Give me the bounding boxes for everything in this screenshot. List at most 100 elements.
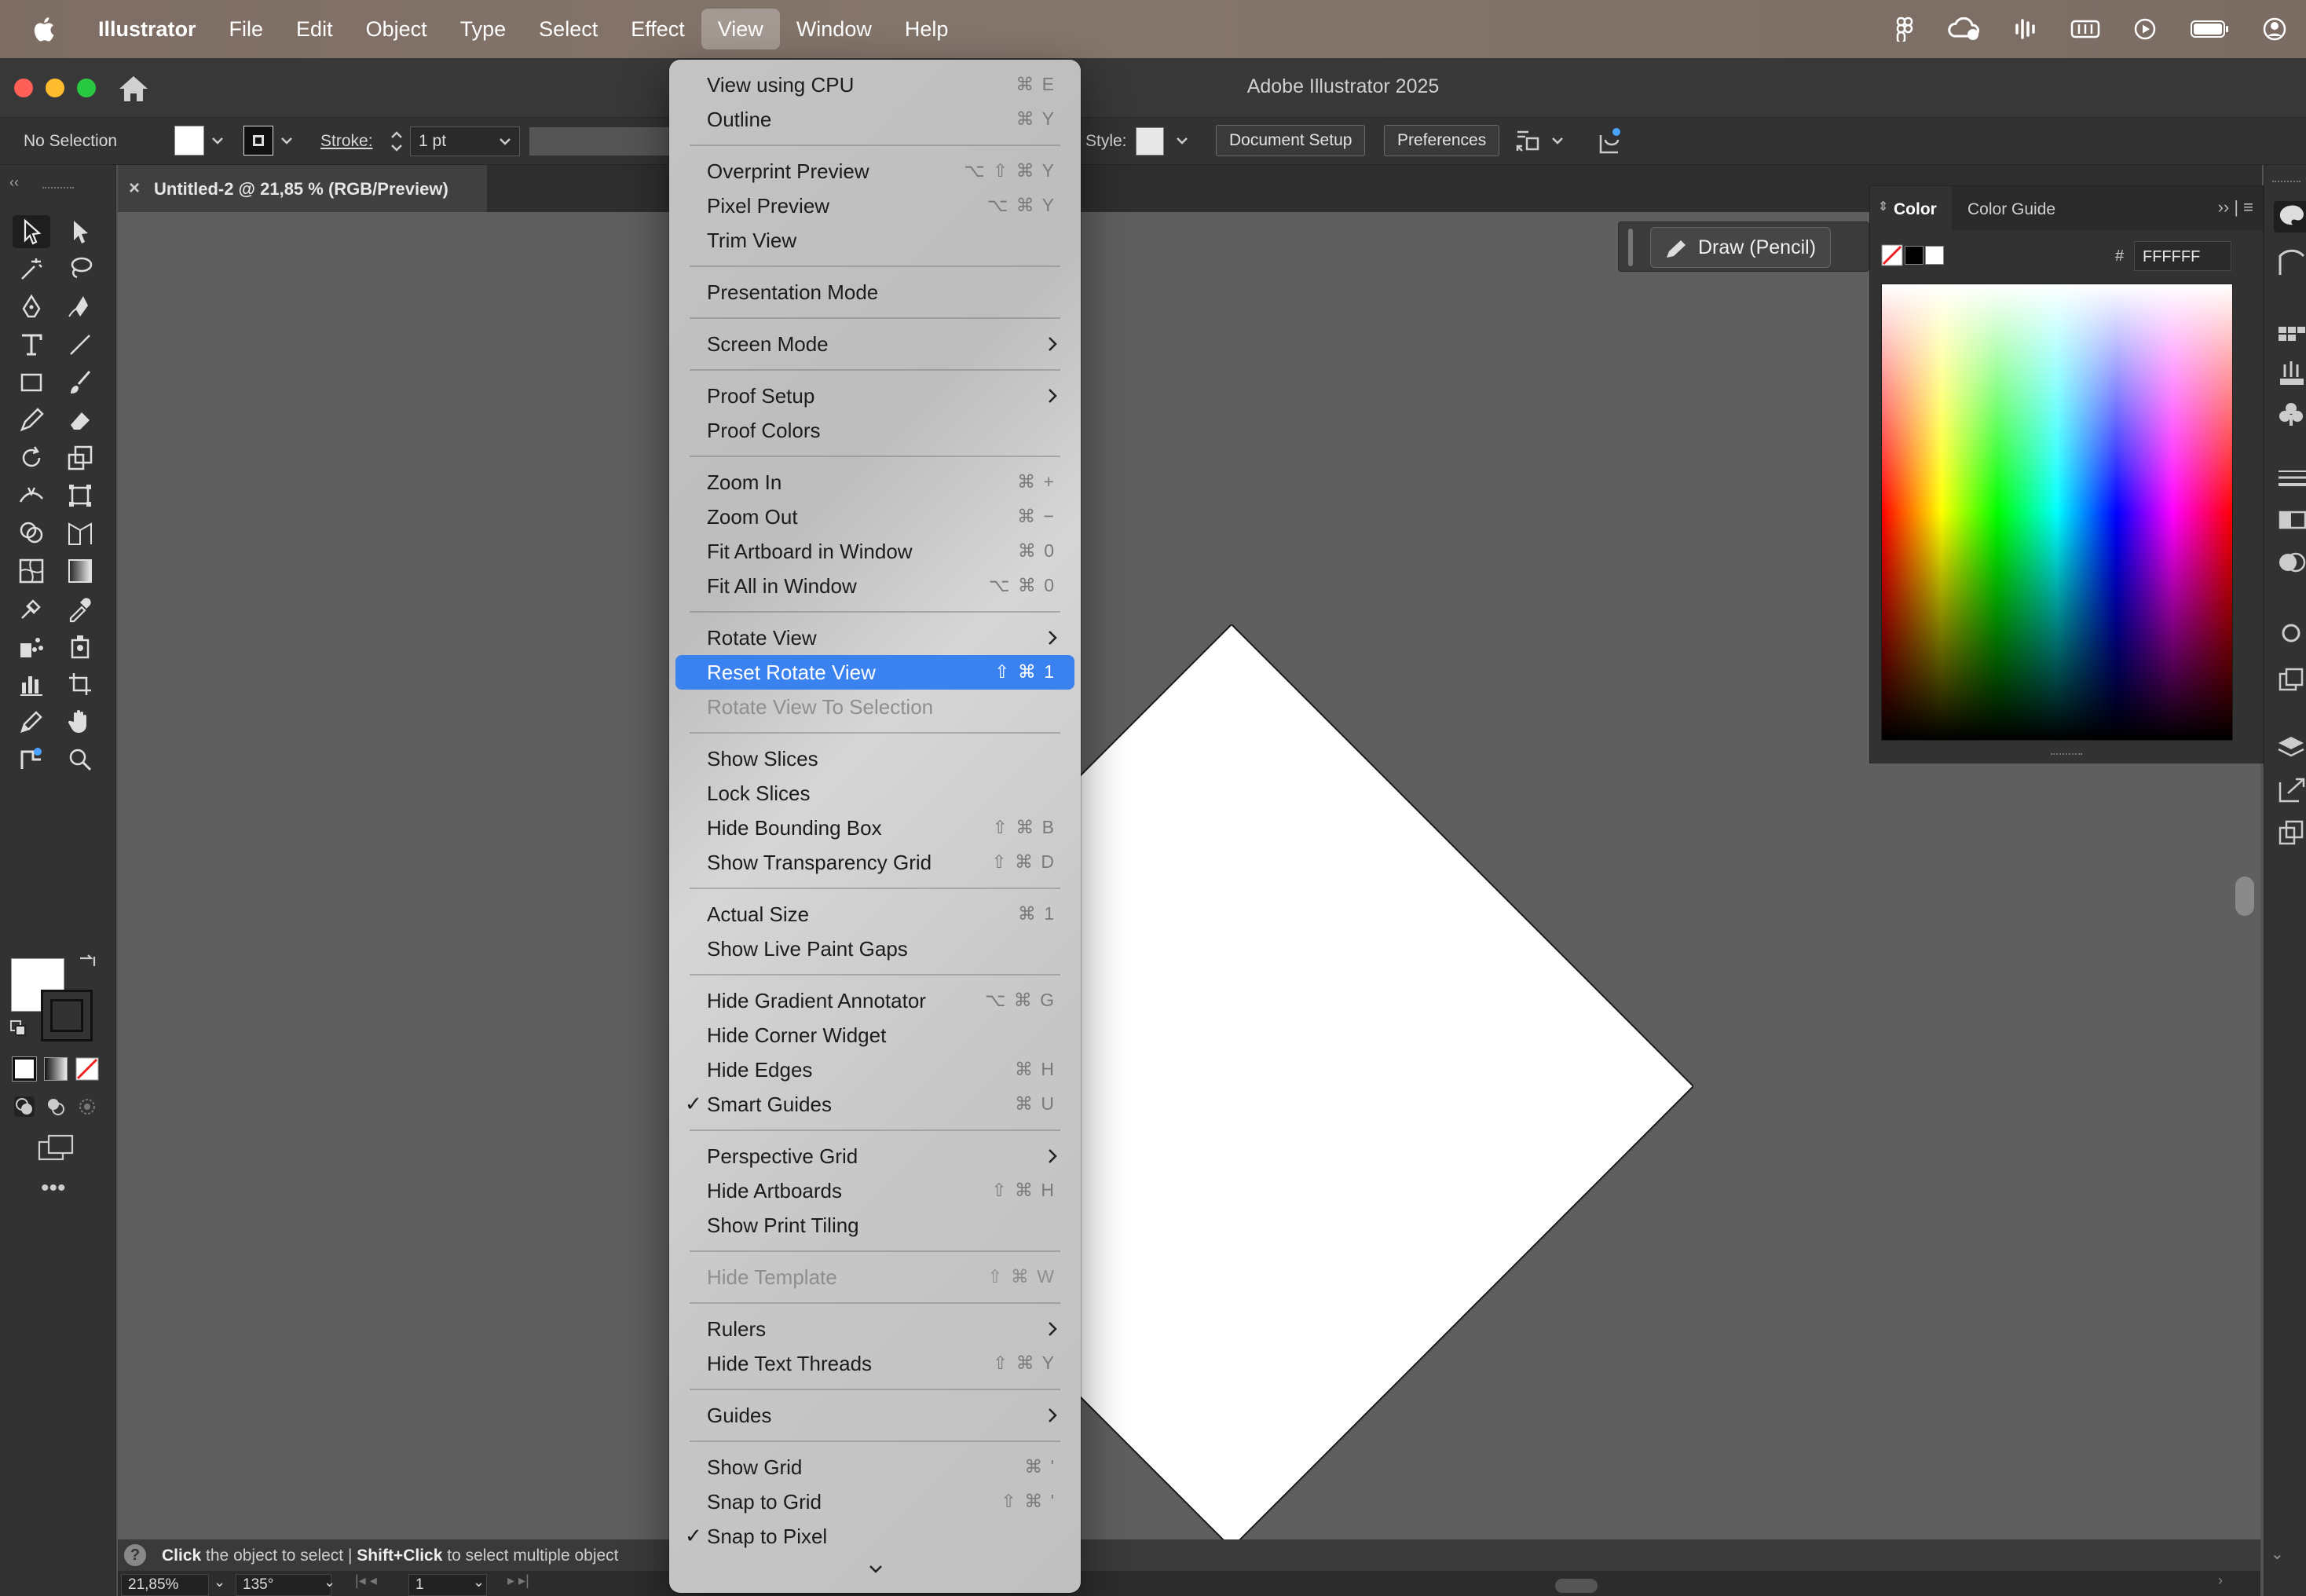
eraser-tool[interactable] <box>61 404 99 437</box>
chevron-down-icon[interactable]: ⌄ <box>214 1574 225 1591</box>
default-colors-icon[interactable] <box>8 1018 30 1040</box>
perspective-grid-tool[interactable] <box>61 517 99 550</box>
live-paint-tool[interactable] <box>61 630 99 663</box>
gradient-dock-button[interactable] <box>2274 504 2306 536</box>
rotate-tool[interactable] <box>13 441 50 474</box>
menu-item-screen-mode[interactable]: Screen Mode <box>675 327 1074 361</box>
panel-resize-handle[interactable] <box>2051 753 2082 760</box>
eyedropper-tool[interactable] <box>61 592 99 625</box>
color-spectrum[interactable] <box>1881 284 2233 741</box>
menu-item-guides[interactable]: Guides <box>675 1398 1074 1433</box>
shape-builder-tool[interactable] <box>13 517 50 550</box>
pen-tool[interactable] <box>13 291 50 324</box>
graphic-styles-dock-button[interactable] <box>2274 664 2306 696</box>
window-zoom-button[interactable] <box>77 79 96 97</box>
symbol-sprayer-tool[interactable] <box>13 630 50 663</box>
media-play-icon[interactable] <box>2133 17 2157 41</box>
tab-color-guide[interactable]: Color Guide <box>1967 200 2055 219</box>
chevron-down-icon[interactable] <box>1172 129 1192 152</box>
menu-item-presentation-mode[interactable]: Presentation Mode <box>675 275 1074 309</box>
symbols-dock-button[interactable] <box>2274 399 2306 430</box>
memory-icon[interactable] <box>2070 18 2100 40</box>
generative-expand-icon[interactable] <box>1596 126 1627 157</box>
stroke-color-swatch[interactable] <box>41 990 93 1041</box>
document-setup-button[interactable]: Document Setup <box>1216 125 1366 156</box>
menu-item-hide-text-threads[interactable]: Hide Text Threads ⇧ ⌘ Y <box>675 1346 1074 1381</box>
arrange-icon[interactable] <box>1513 127 1544 156</box>
mesh-tool[interactable] <box>13 555 50 588</box>
menu-item-snap-to-grid[interactable]: Snap to Grid ⇧ ⌘ ' <box>675 1484 1074 1519</box>
chevron-down-icon[interactable] <box>276 129 297 152</box>
transparency-dock-button[interactable] <box>2274 547 2306 578</box>
direct-selection-tool[interactable] <box>61 215 99 248</box>
menu-item-trim-view[interactable]: Trim View <box>675 223 1074 258</box>
swatches-dock-button[interactable] <box>2274 317 2306 349</box>
fill-swatch[interactable] <box>174 126 204 156</box>
zoom-tool[interactable] <box>61 743 99 776</box>
hand-tool[interactable] <box>61 705 99 738</box>
menu-item-snap-to-pixel[interactable]: ✓ Snap to Pixel <box>675 1519 1074 1554</box>
menu-item-proof-setup[interactable]: Proof Setup <box>675 379 1074 413</box>
drag-handle[interactable] <box>1628 229 1633 266</box>
menu-item-rotate-view[interactable]: Rotate View <box>675 620 1074 655</box>
puppet-warp-tool[interactable] <box>13 743 50 776</box>
vertical-scrollbar-thumb[interactable] <box>2235 877 2254 916</box>
artboard-tool[interactable] <box>61 668 99 701</box>
chevron-down-icon[interactable] <box>1547 129 1568 152</box>
menu-window[interactable]: Window <box>780 9 888 49</box>
menu-item-zoom-in[interactable]: Zoom In ⌘ + <box>675 465 1074 500</box>
menu-item-show-slices[interactable]: Show Slices <box>675 741 1074 776</box>
paintbrush-tool[interactable] <box>61 366 99 399</box>
menu-help[interactable]: Help <box>888 9 965 49</box>
graphic-style-swatch[interactable] <box>1136 127 1164 156</box>
links-dock-button[interactable] <box>2274 817 2306 848</box>
menu-item-zoom-out[interactable]: Zoom Out ⌘ − <box>675 500 1074 534</box>
menu-item-pixel-preview[interactable]: Pixel Preview ⌥ ⌘ Y <box>675 189 1074 223</box>
line-segment-tool[interactable] <box>61 328 99 361</box>
menu-item-show-live-paint-gaps[interactable]: Show Live Paint Gaps <box>675 932 1074 966</box>
menu-item-show-print-tiling[interactable]: Show Print Tiling <box>675 1208 1074 1243</box>
chevron-down-icon[interactable]: ⌄ <box>473 1574 485 1591</box>
menu-file[interactable]: File <box>213 9 280 49</box>
panel-grip[interactable] <box>2272 181 2301 182</box>
draw-pencil-button[interactable]: Draw (Pencil) <box>1650 227 1832 268</box>
variable-width-profile[interactable] <box>529 127 671 156</box>
type-tool[interactable] <box>13 328 50 361</box>
rotation-field[interactable]: 135° <box>236 1574 331 1596</box>
zoom-level-field[interactable]: 21,85% <box>121 1574 209 1596</box>
menu-item-hide-corner-widget[interactable]: Hide Corner Widget <box>675 1018 1074 1052</box>
menu-type[interactable]: Type <box>444 9 523 49</box>
menu-item-hide-gradient-annotator[interactable]: Hide Gradient Annotator ⌥ ⌘ G <box>675 983 1074 1018</box>
rectangle-tool[interactable] <box>13 366 50 399</box>
menu-select[interactable]: Select <box>522 9 614 49</box>
chevron-down-icon[interactable]: ⌄ <box>2271 1544 2284 1564</box>
gradient-mode-button[interactable] <box>44 1057 68 1081</box>
menu-view[interactable]: View <box>701 9 780 49</box>
brushes-dock-button[interactable] <box>2274 358 2306 390</box>
panel-menu-icon[interactable]: ›› | ≡ <box>2218 197 2253 218</box>
menu-item-show-grid[interactable]: Show Grid ⌘ ' <box>675 1450 1074 1484</box>
close-icon[interactable]: × <box>129 178 148 199</box>
menu-item-show-transparency-grid[interactable]: Show Transparency Grid ⇧ ⌘ D <box>675 845 1074 880</box>
hex-input[interactable]: FFFFFF <box>2134 241 2231 271</box>
none-mode-icon[interactable] <box>75 1057 99 1081</box>
draw-inside-icon[interactable] <box>75 1095 99 1118</box>
home-icon[interactable] <box>116 74 151 104</box>
artboards-dock-button[interactable] <box>2274 774 2306 806</box>
menu-item-smart-guides[interactable]: ✓ Smart Guides ⌘ U <box>675 1087 1074 1122</box>
color-mode-button[interactable] <box>12 1056 37 1082</box>
chevron-right-icon[interactable]: › <box>2218 1572 2223 1589</box>
chevron-down-icon[interactable] <box>866 1561 886 1577</box>
menu-item-fit-all[interactable]: Fit All in Window ⌥ ⌘ 0 <box>675 569 1074 603</box>
black-swatch[interactable] <box>1905 246 1923 265</box>
menu-item-outline[interactable]: Outline ⌘ Y <box>675 102 1074 137</box>
window-minimize-button[interactable] <box>46 79 64 97</box>
menu-item-lock-slices[interactable]: Lock Slices <box>675 776 1074 811</box>
scale-tool[interactable] <box>61 441 99 474</box>
menu-effect[interactable]: Effect <box>614 9 701 49</box>
gradient-tool[interactable] <box>61 555 99 588</box>
help-icon[interactable]: ? <box>124 1544 146 1566</box>
menu-item-hide-artboards[interactable]: Hide Artboards ⇧ ⌘ H <box>675 1173 1074 1208</box>
swap-colors-icon[interactable] <box>75 950 99 974</box>
audio-waveform-icon[interactable] <box>2014 17 2037 41</box>
